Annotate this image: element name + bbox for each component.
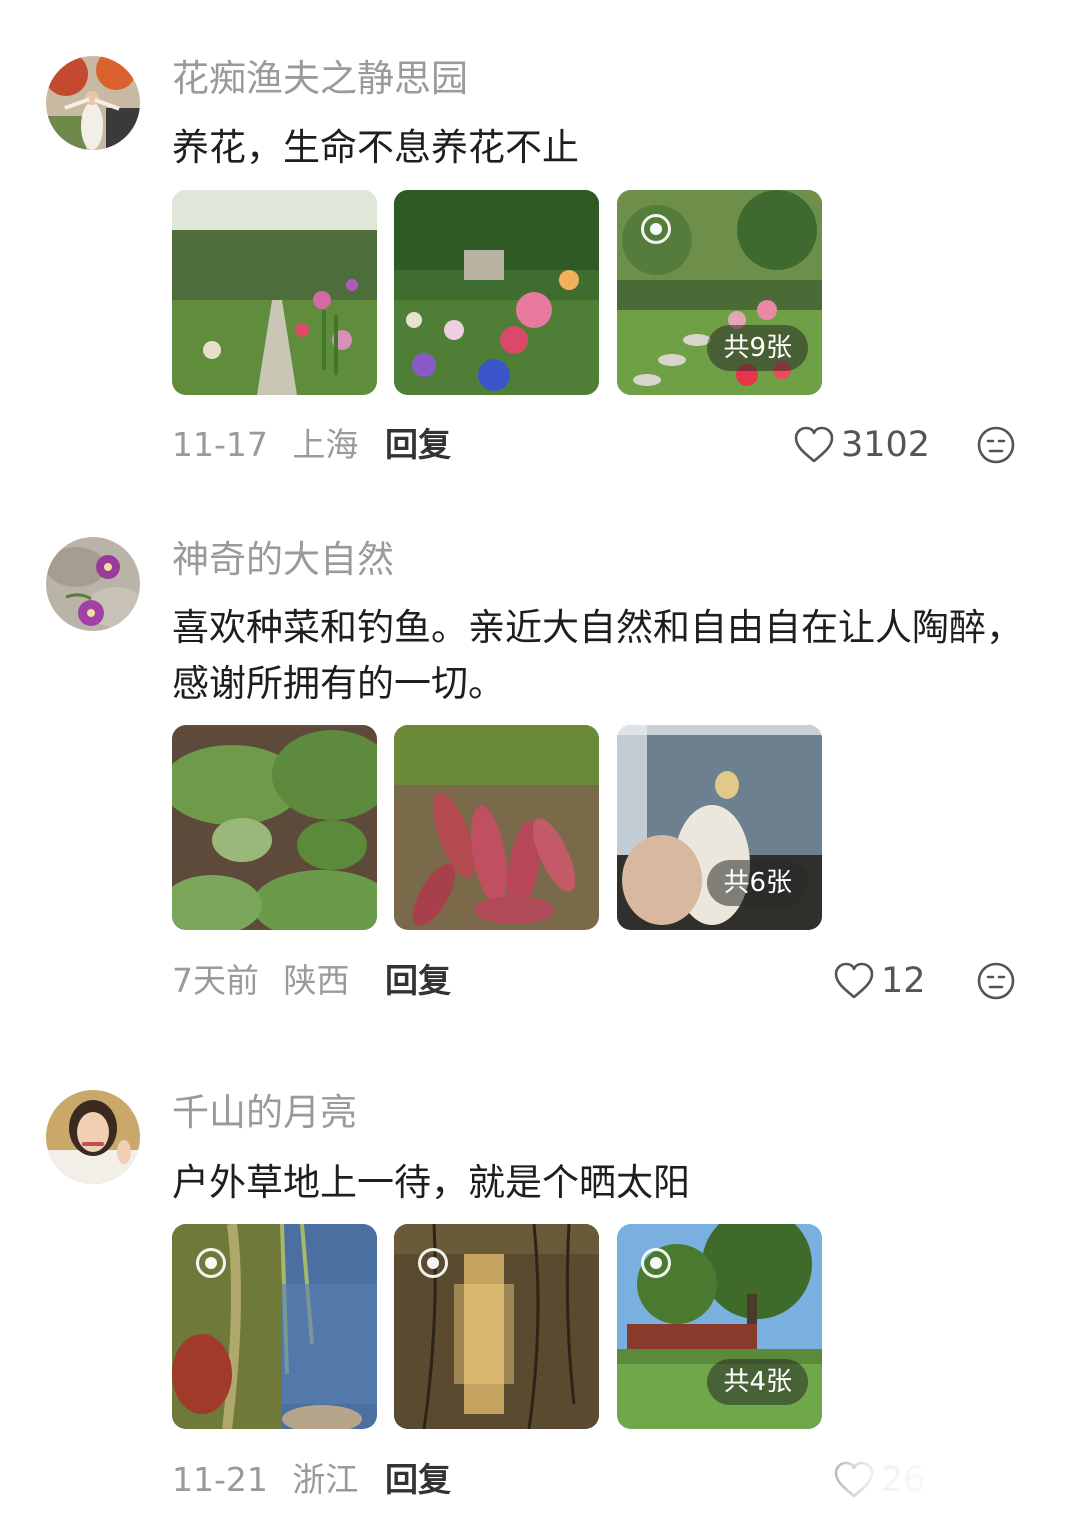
photo-thumbnail[interactable] xyxy=(394,1224,599,1429)
image-gallery: 共9张 xyxy=(172,190,822,395)
avatar[interactable] xyxy=(46,56,140,150)
photo-thumbnail[interactable] xyxy=(172,1224,377,1429)
live-photo-icon xyxy=(641,214,671,244)
comment-text: 养花，生命不息养花不止 xyxy=(172,126,579,169)
live-photo-icon xyxy=(641,1248,671,1278)
comment-text: 户外草地上一待，就是个晒太阳 xyxy=(172,1161,690,1204)
image-count-badge: 共4张 xyxy=(707,1359,808,1405)
comment-date: 7天前 xyxy=(172,961,259,1000)
comment-location: 浙江 xyxy=(292,1460,359,1499)
like-button[interactable]: 3102 xyxy=(793,422,930,468)
heart-icon xyxy=(834,962,874,999)
avatar[interactable] xyxy=(46,537,140,631)
comment-meta: 7天前 陕西 xyxy=(172,958,350,1004)
username[interactable]: 神奇的大自然 xyxy=(172,537,394,583)
photo-thumbnail[interactable]: 共6张 xyxy=(617,725,822,930)
comment-date: 11-17 xyxy=(172,425,268,464)
photo-thumbnail[interactable] xyxy=(172,190,377,395)
avatar[interactable] xyxy=(46,1090,140,1184)
emoji-reaction-icon[interactable] xyxy=(976,425,1016,465)
heart-icon xyxy=(794,426,834,463)
photo-thumbnail[interactable]: 共4张 xyxy=(617,1224,822,1429)
like-count: 12 xyxy=(881,961,926,1001)
photo-thumbnail[interactable] xyxy=(394,190,599,395)
reply-button[interactable]: 回复 xyxy=(385,958,451,1004)
comment-location: 陕西 xyxy=(283,961,350,1000)
image-gallery: 共6张 xyxy=(172,725,822,930)
comment-location: 上海 xyxy=(292,425,359,464)
photo-thumbnail[interactable] xyxy=(172,725,377,930)
live-photo-icon xyxy=(418,1248,448,1278)
image-gallery: 共4张 xyxy=(172,1224,822,1429)
like-button[interactable]: 12 xyxy=(833,958,926,1004)
bottom-fade-overlay xyxy=(760,1450,1080,1527)
comment-date: 11-21 xyxy=(172,1460,268,1499)
like-count: 3102 xyxy=(841,425,931,465)
reply-button[interactable]: 回复 xyxy=(385,422,451,468)
username[interactable]: 千山的月亮 xyxy=(172,1090,357,1136)
image-count-badge: 共9张 xyxy=(707,325,808,371)
comment-text: 喜欢种菜和钓鱼。亲近大自然和自由自在让人陶醉，感谢所拥有的一切。 xyxy=(172,606,1023,705)
image-count-badge: 共6张 xyxy=(707,860,808,906)
photo-thumbnail[interactable]: 共9张 xyxy=(617,190,822,395)
username[interactable]: 花痴渔夫之静思园 xyxy=(172,56,468,102)
photo-thumbnail[interactable] xyxy=(394,725,599,930)
comment-meta: 11-21 浙江 xyxy=(172,1457,358,1503)
live-photo-icon xyxy=(196,1248,226,1278)
reply-button[interactable]: 回复 xyxy=(385,1457,451,1503)
emoji-reaction-icon[interactable] xyxy=(976,961,1016,1001)
comment-meta: 11-17 上海 xyxy=(172,422,358,468)
